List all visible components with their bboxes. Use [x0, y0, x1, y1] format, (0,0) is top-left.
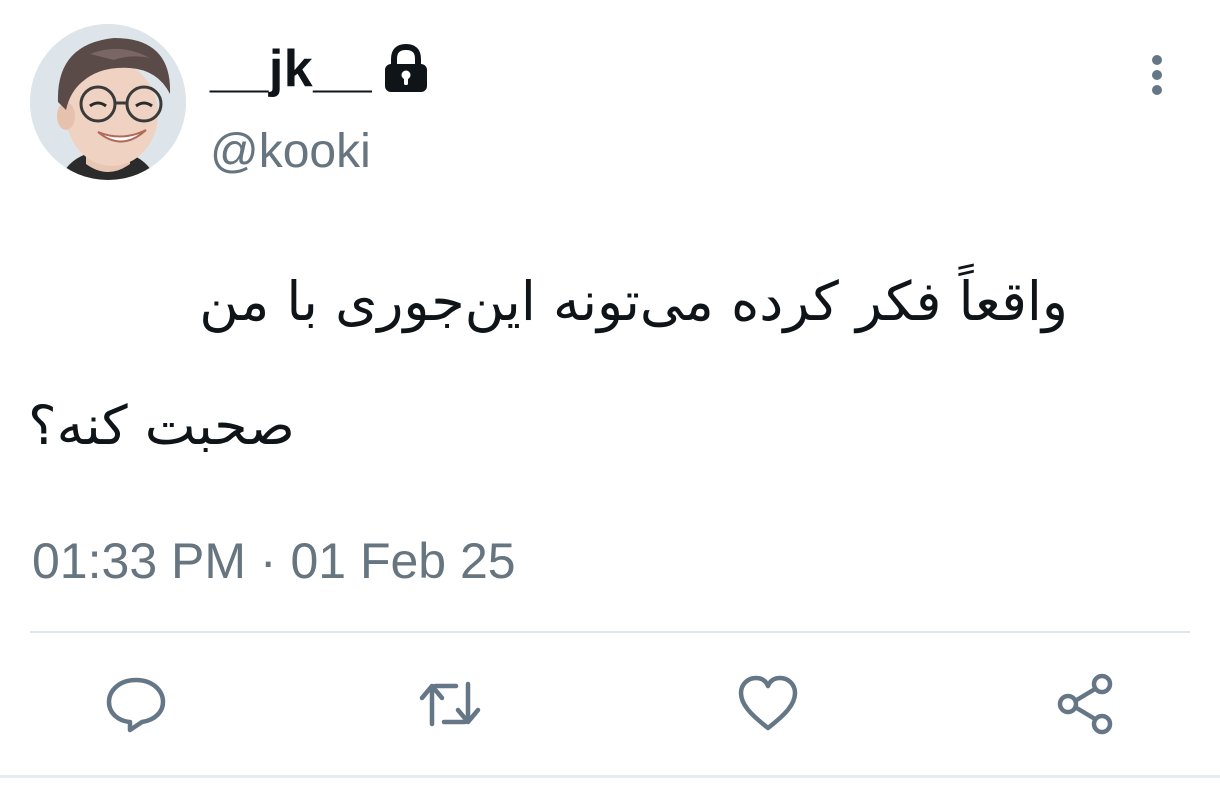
share-icon: [1057, 673, 1113, 735]
tweet-text-line-1: واقعاً فکر کرده می‌تونه این‌جوری با من: [199, 270, 1068, 333]
bottom-divider: [0, 775, 1220, 778]
tweet-text: واقعاً فکر کرده می‌تونه این‌جوری با من ص…: [28, 240, 1068, 488]
display-name[interactable]: __jk__: [210, 43, 372, 95]
like-icon: [738, 675, 798, 731]
profile-photo: [30, 24, 186, 180]
divider: [30, 631, 1190, 633]
user-handle[interactable]: @kooki: [210, 128, 371, 176]
like-button[interactable]: [736, 672, 800, 736]
retweet-button[interactable]: [418, 672, 482, 736]
tweet-card: __jk__ @kooki واقعاً فکر کرده می‌تونه ای…: [0, 0, 1220, 795]
more-vertical-icon[interactable]: [1140, 52, 1174, 98]
avatar[interactable]: [30, 24, 186, 180]
tweet-text-line-2: صحبت کنه؟: [28, 394, 295, 457]
retweet-icon: [419, 681, 481, 727]
share-button[interactable]: [1054, 672, 1118, 736]
lock-icon: [382, 43, 430, 94]
tweet-timestamp[interactable]: 01:33 PM · 01 Feb 25: [32, 536, 516, 586]
display-name-row: __jk__: [210, 34, 430, 104]
reply-button[interactable]: [104, 672, 168, 736]
reply-icon: [106, 677, 166, 733]
